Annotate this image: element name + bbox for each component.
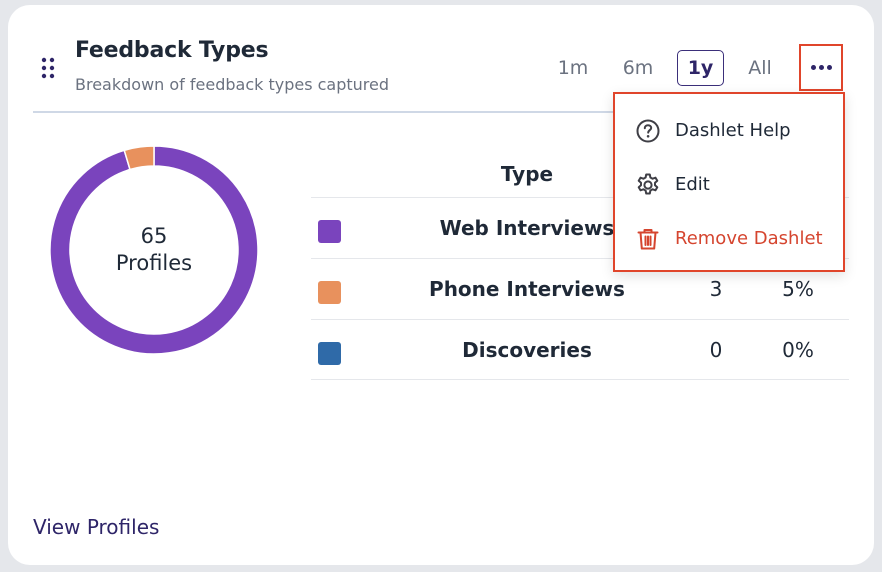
more-dots-icon <box>810 65 832 70</box>
range-all-button[interactable]: All <box>742 50 778 86</box>
row-count: 0 <box>709 338 723 362</box>
more-options-button[interactable] <box>799 44 843 91</box>
menu-item-label: Remove Dashlet <box>675 227 823 249</box>
donut-chart: 65 Profiles <box>49 145 259 355</box>
menu-item-label: Dashlet Help <box>675 119 791 141</box>
range-6m-button[interactable]: 6m <box>617 50 659 86</box>
header-divider <box>33 111 613 113</box>
dashlet-card: Feedback Types Breakdown of feedback typ… <box>8 5 874 565</box>
range-1m-button[interactable]: 1m <box>553 50 593 86</box>
donut-unit: Profiles <box>115 251 193 275</box>
help-circle-icon <box>636 119 660 143</box>
dashlet-title: Feedback Types <box>75 38 269 63</box>
table-row: Discoveries 0 0% <box>311 319 849 380</box>
row-label: Discoveries <box>462 338 592 362</box>
trash-icon <box>637 229 659 250</box>
gear-icon <box>637 173 659 195</box>
dashlet-subtitle: Breakdown of feedback types captured <box>75 75 390 94</box>
drag-handle-icon[interactable] <box>41 56 55 80</box>
donut-total: 65 <box>140 224 168 248</box>
menu-item-remove-dashlet[interactable]: Remove Dashlet <box>615 211 842 265</box>
donut-center-label: 65 Profiles <box>50 146 258 354</box>
range-1y-button[interactable]: 1y <box>677 50 724 86</box>
menu-item-label: Edit <box>675 173 710 195</box>
menu-item-edit[interactable]: Edit <box>615 157 842 211</box>
view-profiles-link[interactable]: View Profiles <box>33 515 159 539</box>
row-percent: 0% <box>782 338 814 362</box>
menu-item-dashlet-help[interactable]: Dashlet Help <box>615 103 842 157</box>
more-options-menu: Dashlet Help Edit Remove Dashlet <box>613 92 845 272</box>
